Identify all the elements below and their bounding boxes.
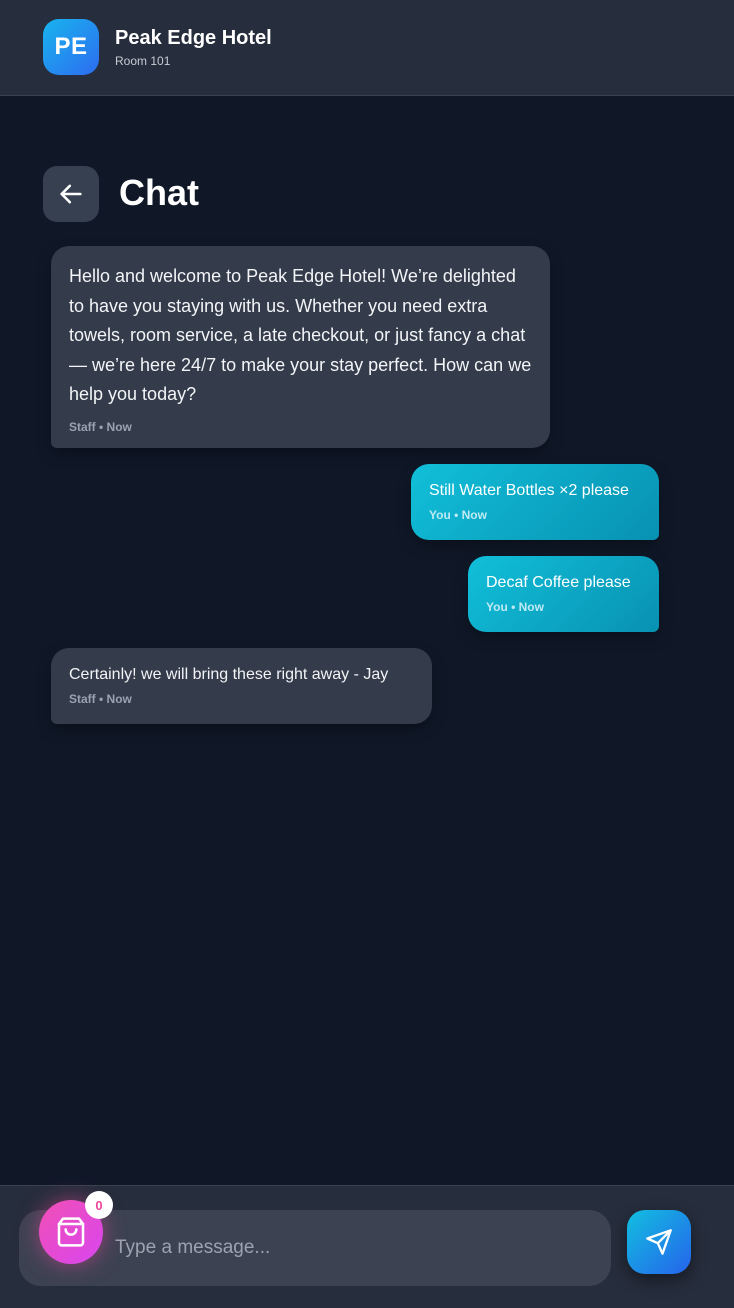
message-bubble-staff: Hello and welcome to Peak Edge Hotel! We… xyxy=(51,246,550,448)
message-text: Hello and welcome to Peak Edge Hotel! We… xyxy=(69,266,532,404)
message-bubble-you: Still Water Bottles ×2 please You • Now xyxy=(411,464,659,540)
message-bubble-you: Decaf Coffee please You • Now xyxy=(468,556,659,632)
message-meta: You • Now xyxy=(429,508,487,522)
back-button[interactable] xyxy=(43,166,99,222)
send-button[interactable] xyxy=(627,1210,691,1274)
hotel-logo: PE xyxy=(43,19,99,75)
message-meta: Staff • Now xyxy=(69,692,132,706)
message-text: Certainly! we will bring these right awa… xyxy=(69,666,389,683)
send-icon xyxy=(646,1229,672,1255)
cart-count-badge: 0 xyxy=(85,1191,113,1219)
room-number: Room 101 xyxy=(115,54,171,68)
arrow-left-icon xyxy=(60,184,82,204)
app-header: PE Peak Edge Hotel Room 101 xyxy=(0,0,734,96)
message-text: Still Water Bottles ×2 please xyxy=(429,482,629,499)
message-meta: You • Now xyxy=(486,600,544,614)
hotel-name: Peak Edge Hotel xyxy=(115,27,272,49)
message-bubble-staff: Certainly! we will bring these right awa… xyxy=(51,648,432,724)
page-title: Chat xyxy=(119,172,199,213)
message-input-wrapper xyxy=(19,1210,611,1286)
message-input[interactable] xyxy=(115,1210,595,1286)
message-meta: Staff • Now xyxy=(69,419,132,434)
chat-screen: PE Peak Edge Hotel Room 101 Chat Hello a… xyxy=(0,0,734,1308)
message-text: Decaf Coffee please xyxy=(486,574,631,591)
shopping-bag-icon xyxy=(57,1217,85,1247)
